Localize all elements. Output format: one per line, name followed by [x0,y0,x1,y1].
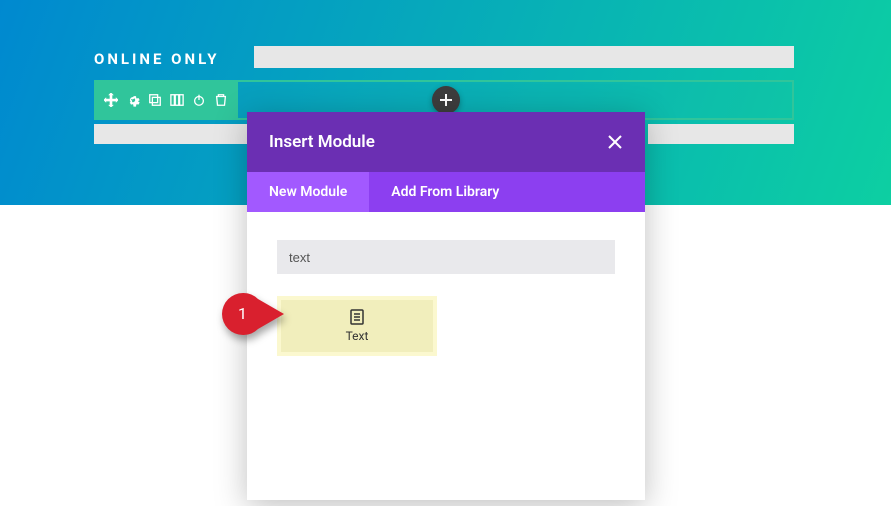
columns-icon[interactable] [166,80,188,120]
power-icon[interactable] [188,80,210,120]
section-label: ONLINE ONLY [94,50,220,68]
module-tile-label: Text [346,329,369,343]
modal-tabs: New Module Add From Library [247,172,645,212]
page-root: ONLINE ONLY [0,0,891,506]
move-icon[interactable] [100,80,122,120]
tab-new-module[interactable]: New Module [247,172,369,212]
modal-header: Insert Module [247,112,645,172]
annotation-pointer [222,293,284,335]
module-tile-text[interactable]: Text [277,296,437,356]
placeholder-bar [648,124,794,144]
row-toolbar [94,80,238,120]
duplicate-icon[interactable] [144,80,166,120]
text-module-icon [349,309,365,325]
tab-add-from-library[interactable]: Add From Library [369,172,521,212]
module-grid: Text [277,296,615,356]
annotation-step-number: 1 [238,304,247,323]
modal-title: Insert Module [269,132,375,152]
add-module-handle[interactable] [432,86,460,114]
close-icon[interactable] [607,134,623,150]
delete-icon[interactable] [210,80,232,120]
module-search-input[interactable] [277,240,615,274]
placeholder-bar [254,46,794,68]
modal-body: Text [247,212,645,384]
settings-icon[interactable] [122,80,144,120]
placeholder-bar [94,124,247,144]
insert-module-modal: Insert Module New Module Add From Librar… [247,112,645,500]
